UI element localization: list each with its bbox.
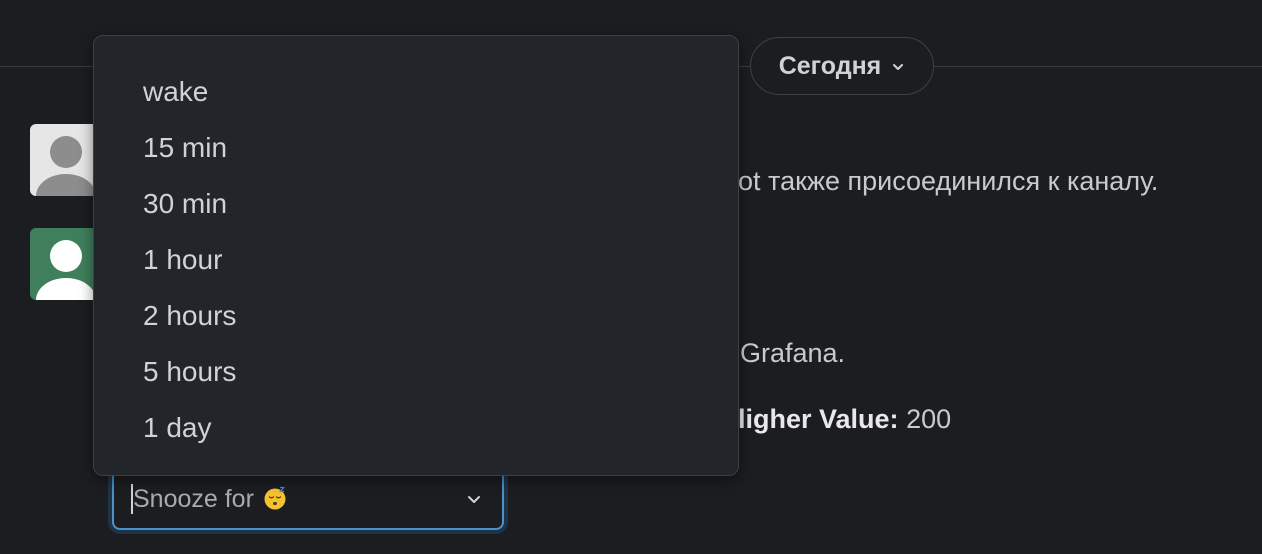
snooze-option-15-min[interactable]: 15 min xyxy=(94,120,738,176)
join-message-text: ot также присоединился к каналу. xyxy=(738,166,1159,196)
snooze-option-1-hour[interactable]: 1 hour xyxy=(94,232,738,288)
snooze-placeholder: Snooze for xyxy=(133,485,466,514)
person-icon xyxy=(36,240,96,300)
threshold-field: ligher Value: 200 xyxy=(738,404,951,435)
bot-avatar[interactable] xyxy=(30,228,102,300)
chevron-down-icon xyxy=(891,60,905,74)
snooze-option-wake[interactable]: wake xyxy=(94,64,738,120)
threshold-value: 200 xyxy=(898,404,952,434)
snooze-option-5-hours[interactable]: 5 hours xyxy=(94,344,738,400)
threshold-label: ligher Value: xyxy=(738,404,899,434)
user-avatar-default[interactable] xyxy=(30,124,102,196)
alert-message-text: Grafana. xyxy=(740,338,846,368)
snooze-option-1-day[interactable]: 1 day xyxy=(94,400,738,456)
snooze-select[interactable]: Snooze for xyxy=(112,468,504,530)
date-label: Сегодня xyxy=(778,51,882,80)
person-icon xyxy=(36,136,96,196)
chevron-down-icon xyxy=(466,491,482,507)
snooze-option-30-min[interactable]: 30 min xyxy=(94,176,738,232)
date-jump-button[interactable]: Сегодня xyxy=(750,37,934,95)
snooze-option-2-hours[interactable]: 2 hours xyxy=(94,288,738,344)
snooze-options-menu: wake 15 min 30 min 1 hour 2 hours 5 hour… xyxy=(93,35,739,476)
sleeping-face-icon xyxy=(264,486,286,509)
